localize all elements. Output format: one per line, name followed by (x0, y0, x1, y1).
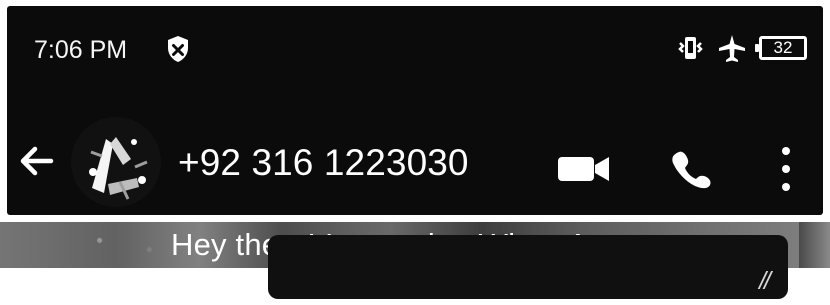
back-arrow-icon[interactable] (17, 141, 55, 181)
vibrate-icon (678, 37, 703, 59)
profile-photo (71, 117, 161, 207)
battery-level: 32 (773, 38, 793, 57)
phone-icon[interactable] (669, 148, 713, 190)
status-bar: 7:06 PM 32 (7, 6, 823, 84)
status-strip-edge (799, 222, 830, 268)
more-vertical-icon[interactable] (775, 144, 797, 194)
contact-name[interactable]: +92 316 1223030 (178, 142, 469, 184)
app-header: 7:06 PM 32 +92 316 1223030 (7, 6, 823, 215)
avatar[interactable] (71, 117, 161, 207)
outgoing-message-bubble[interactable]: // (268, 235, 788, 299)
whatsapp-chat-screen: 7:06 PM 32 +92 316 1223030 Hey // (0, 0, 830, 305)
status-time: 7:06 PM (34, 36, 128, 64)
double-check-icon: // (759, 267, 771, 295)
chat-toolbar: +92 316 1223030 (7, 101, 823, 221)
video-call-icon[interactable] (554, 152, 614, 186)
airplane-icon (719, 35, 745, 62)
status-icons: 32 (677, 32, 807, 64)
shield-icon (168, 36, 188, 62)
battery-icon: 32 (755, 36, 807, 60)
